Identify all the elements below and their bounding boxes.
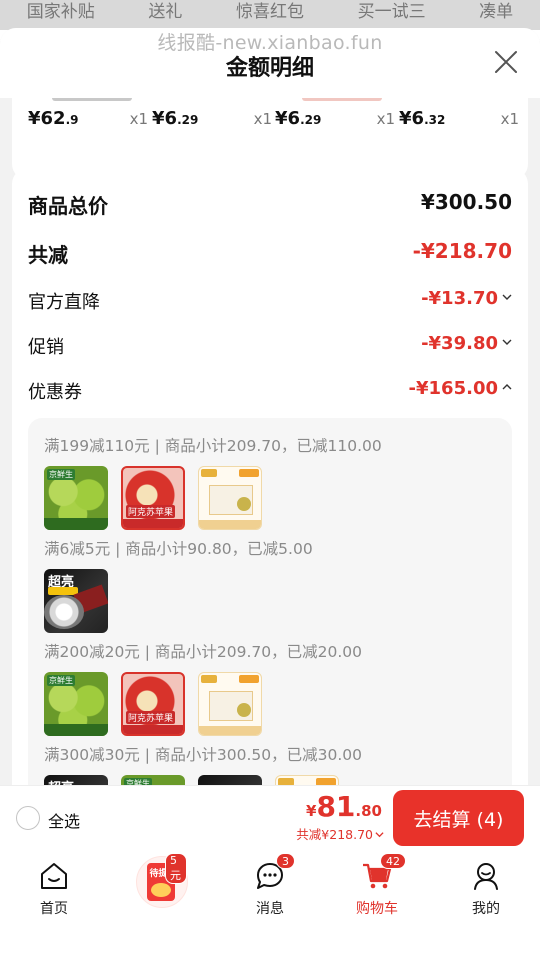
cart-badge: 42	[380, 853, 406, 869]
row-official-cut[interactable]: 官方直降 -¥13.70	[28, 288, 512, 318]
product-image-dark-item[interactable]	[198, 775, 262, 785]
coupon-value: -¥165.00	[408, 378, 498, 399]
product-image-flashlight[interactable]: 超亮	[44, 569, 108, 633]
category-national-subsidy[interactable]: 国家补贴	[27, 0, 95, 22]
row-discount: 共减 -¥218.70	[28, 239, 512, 269]
category-buy-one-try-three[interactable]: 买一试三	[358, 0, 426, 22]
home-icon	[41, 863, 67, 889]
item-prices: ¥62.9 x1 ¥6.29 x1 ¥6.29 x1 ¥6.32 x1	[12, 108, 528, 138]
row-total: 商品总价 ¥300.50	[28, 190, 512, 220]
user-icon	[474, 863, 498, 890]
total-value: ¥300.50	[420, 190, 512, 214]
nav-cart[interactable]: 42 购物车	[342, 853, 412, 917]
total-label: 商品总价	[28, 194, 108, 218]
item-price: ¥6.32	[399, 108, 446, 129]
checkout-bar: 全选 ¥81.80 共减¥218.70 去结算 (4)	[0, 785, 540, 850]
product-image-red-apple[interactable]: 阿克苏苹果	[121, 466, 185, 530]
sheet-title: 金额明细	[225, 56, 314, 81]
item-qty: x1	[253, 110, 272, 128]
sheet-header: 线报酷-new.xianbao.fun 金额明细	[0, 28, 540, 98]
nav-mine[interactable]: 我的	[451, 856, 521, 917]
coupon-line: 满6减5元 | 商品小计90.80，已减5.00	[44, 540, 313, 558]
product-image-gift-box[interactable]	[198, 672, 262, 736]
product-image-gift-box[interactable]	[275, 775, 339, 785]
red-packet-badge: 5元	[165, 853, 187, 884]
item-price-2: ¥6.29 x1	[152, 108, 272, 138]
nav-home[interactable]: 首页	[19, 856, 89, 917]
nav-messages[interactable]: 3 消息	[235, 853, 305, 917]
checkout-button[interactable]: 去结算 (4)	[393, 790, 524, 846]
coupon-breakdown: 满199减110元 | 商品小计209.70，已减110.00 京鲜生 阿克苏苹…	[28, 418, 512, 785]
item-price-3: ¥6.29 x1	[275, 108, 395, 138]
coupon-line: 满199减110元 | 商品小计209.70，已减110.00	[44, 437, 382, 455]
product-image-green-apple[interactable]: 京鲜生	[121, 775, 185, 785]
chevron-down-icon	[502, 339, 512, 345]
discount-value: -¥218.70	[412, 239, 512, 263]
item-price: ¥6.29	[275, 108, 322, 129]
product-thumb-edge	[302, 98, 382, 101]
category-strip: 国家补贴 送礼 惊喜红包 买一试三 凑单	[0, 0, 540, 30]
promotion-value: -¥39.80	[421, 333, 498, 354]
withdraw-red-packet[interactable]: 待提现 5元	[136, 853, 188, 908]
nav-mine-label: 我的	[472, 901, 500, 917]
official-cut-value: -¥13.70	[421, 288, 498, 309]
total-saved-toggle[interactable]: 共减¥218.70	[296, 824, 384, 843]
total-saved-text: 共减¥218.70	[296, 827, 373, 842]
chevron-down-icon	[375, 832, 384, 838]
chevron-up-icon	[502, 384, 512, 390]
promotion-label: 促销	[28, 337, 64, 358]
item-qty: x1	[500, 110, 519, 128]
product-image-green-apple[interactable]: 京鲜生	[44, 466, 108, 530]
bottom-nav: 首页 待提现 5元 3 消息 42 购物车 我的	[0, 850, 540, 965]
close-icon[interactable]	[494, 50, 518, 74]
discount-label: 共减	[28, 243, 68, 267]
product-thumb-edge	[52, 98, 132, 101]
item-price: ¥6.29	[152, 108, 199, 129]
amount-detail-card: 商品总价 ¥300.50 共减 -¥218.70 官方直降 -¥13.70 促销…	[12, 168, 528, 785]
item-price-1: ¥62.9 x1	[28, 108, 148, 138]
product-image-green-apple[interactable]: 京鲜生	[44, 672, 108, 736]
item-qty: x1	[129, 110, 148, 128]
category-add-on[interactable]: 凑单	[479, 0, 513, 22]
nav-home-label: 首页	[40, 901, 68, 917]
product-image-gift-box[interactable]	[198, 466, 262, 530]
messages-badge: 3	[276, 853, 295, 869]
nav-messages-label: 消息	[256, 901, 284, 917]
select-all-radio[interactable]	[16, 806, 40, 830]
item-qty: x1	[376, 110, 395, 128]
coupon-line: 满200减20元 | 商品小计209.70，已减20.00	[44, 643, 362, 661]
total-pay-price: ¥81.80	[306, 790, 382, 823]
category-red-packet[interactable]: 惊喜红包	[236, 0, 304, 22]
select-all-label[interactable]: 全选	[48, 808, 80, 832]
category-gifts[interactable]: 送礼	[148, 0, 182, 22]
item-price: ¥62.9	[28, 108, 79, 129]
coupon-line: 满300减30元 | 商品小计300.50，已减30.00	[44, 746, 362, 764]
nav-cart-label: 购物车	[356, 901, 398, 917]
row-coupon[interactable]: 优惠券 -¥165.00	[28, 378, 512, 408]
amount-detail-sheet: 线报酷-new.xianbao.fun 金额明细 ¥62.9 x1 ¥6.29 …	[0, 28, 540, 785]
coupon-label: 优惠券	[28, 382, 82, 403]
chevron-down-icon	[502, 294, 512, 300]
item-price-4: ¥6.32 x1	[399, 108, 519, 138]
product-image-red-apple[interactable]: 阿克苏苹果	[121, 672, 185, 736]
row-promotion[interactable]: 促销 -¥39.80	[28, 333, 512, 363]
official-cut-label: 官方直降	[28, 292, 100, 313]
product-image-flashlight[interactable]: 超亮	[44, 775, 108, 785]
